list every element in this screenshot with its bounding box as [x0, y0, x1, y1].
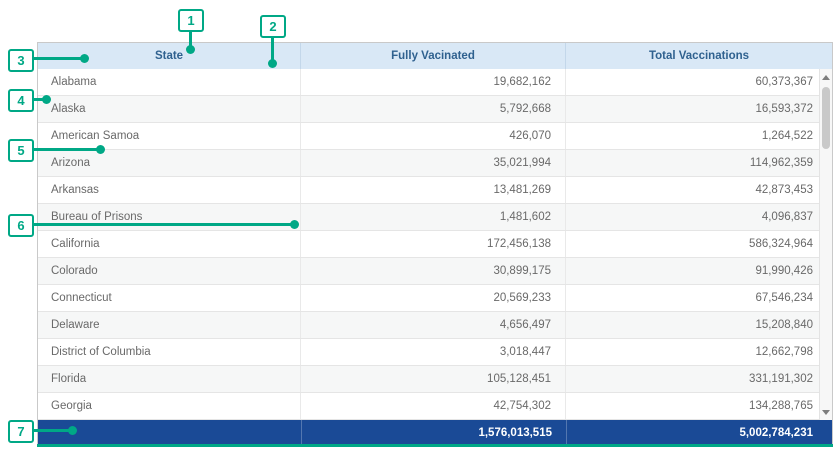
table-body: Alabama19,682,16260,373,367Alaska5,792,6…	[38, 69, 832, 420]
annotation-callout-1: 1	[178, 9, 204, 32]
annotation-dot-4	[42, 95, 51, 104]
row-total-vaccinations-cell: 331,191,302	[566, 366, 832, 392]
row-state-cell: American Samoa	[38, 123, 301, 149]
row-state-cell: Connecticut	[38, 285, 301, 311]
row-total-vaccinations-cell: 134,288,765	[566, 393, 832, 419]
annotation-callout-6: 6	[8, 214, 34, 237]
table-row[interactable]: Georgia42,754,302134,288,765	[38, 393, 832, 420]
total-total-vaccinations-value: 5,002,784,231	[566, 420, 832, 445]
row-fully-vaccinated-cell: 13,481,269	[301, 177, 566, 203]
row-total-vaccinations-cell: 586,324,964	[566, 231, 832, 257]
scroll-down-arrow-icon	[822, 410, 830, 415]
annotated-table-screenshot: State Fully Vacinated Total Vaccinations…	[0, 0, 833, 453]
row-state-cell: Alabama	[38, 69, 301, 95]
row-total-vaccinations-cell: 16,593,372	[566, 96, 832, 122]
row-state-cell: Bureau of Prisons	[38, 204, 301, 230]
row-total-vaccinations-cell: 4,096,837	[566, 204, 832, 230]
annotation-dot-3	[80, 54, 89, 63]
table-row[interactable]: Arkansas13,481,26942,873,453	[38, 177, 832, 204]
row-total-vaccinations-cell: 60,373,367	[566, 69, 832, 95]
row-state-cell: Delaware	[38, 312, 301, 338]
row-state-cell: Arizona	[38, 150, 301, 176]
row-fully-vaccinated-cell: 4,656,497	[301, 312, 566, 338]
annotation-line-5	[34, 148, 99, 151]
scrollbar-up-button[interactable]	[820, 70, 832, 84]
scrollbar-thumb[interactable]	[822, 87, 830, 149]
scrollbar-down-button[interactable]	[820, 405, 832, 419]
column-header-state[interactable]: State	[38, 43, 301, 69]
column-header-total-vaccinations[interactable]: Total Vaccinations	[566, 43, 832, 69]
annotation-callout-7: 7	[8, 420, 34, 443]
column-header-fully-vaccinated[interactable]: Fully Vacinated	[301, 43, 566, 69]
table-row[interactable]: Bureau of Prisons1,481,6024,096,837	[38, 204, 832, 231]
table-row[interactable]: Florida105,128,451331,191,302	[38, 366, 832, 393]
row-fully-vaccinated-cell: 426,070	[301, 123, 566, 149]
table-row[interactable]: Connecticut20,569,23367,546,234	[38, 285, 832, 312]
row-fully-vaccinated-cell: 105,128,451	[301, 366, 566, 392]
annotation-dot-5	[96, 145, 105, 154]
annotation-dot-7	[68, 426, 77, 435]
table-row[interactable]: American Samoa426,0701,264,522	[38, 123, 832, 150]
annotation-line-6	[34, 223, 293, 226]
row-fully-vaccinated-cell: 1,481,602	[301, 204, 566, 230]
total-row-state-cell	[38, 420, 301, 445]
row-total-vaccinations-cell: 1,264,522	[566, 123, 832, 149]
vertical-scrollbar[interactable]	[819, 69, 832, 420]
table-row[interactable]: Arizona35,021,994114,962,359	[38, 150, 832, 177]
row-fully-vaccinated-cell: 35,021,994	[301, 150, 566, 176]
row-fully-vaccinated-cell: 19,682,162	[301, 69, 566, 95]
table-row[interactable]: California172,456,138586,324,964	[38, 231, 832, 258]
row-state-cell: California	[38, 231, 301, 257]
table-widget: State Fully Vacinated Total Vaccinations…	[37, 42, 833, 446]
table-row[interactable]: Colorado30,899,17591,990,426	[38, 258, 832, 285]
annotation-dot-1	[186, 45, 195, 54]
row-total-vaccinations-cell: 67,546,234	[566, 285, 832, 311]
annotation-7-underline	[37, 444, 833, 447]
row-fully-vaccinated-cell: 42,754,302	[301, 393, 566, 419]
row-total-vaccinations-cell: 12,662,798	[566, 339, 832, 365]
table-row[interactable]: Delaware4,656,49715,208,840	[38, 312, 832, 339]
annotation-dot-2	[268, 59, 277, 68]
total-fully-vaccinated-value: 1,576,013,515	[301, 420, 566, 445]
row-fully-vaccinated-cell: 172,456,138	[301, 231, 566, 257]
table-row[interactable]: District of Columbia3,018,44712,662,798	[38, 339, 832, 366]
row-total-vaccinations-cell: 91,990,426	[566, 258, 832, 284]
annotation-line-7	[34, 429, 71, 432]
annotation-callout-2: 2	[260, 15, 286, 38]
annotation-callout-4: 4	[8, 89, 34, 112]
table-row[interactable]: Alaska5,792,66816,593,372	[38, 96, 832, 123]
scroll-up-arrow-icon	[822, 75, 830, 80]
annotation-dot-6	[290, 220, 299, 229]
row-fully-vaccinated-cell: 3,018,447	[301, 339, 566, 365]
row-fully-vaccinated-cell: 30,899,175	[301, 258, 566, 284]
row-state-cell: Florida	[38, 366, 301, 392]
row-state-cell: Georgia	[38, 393, 301, 419]
table-header-row: State Fully Vacinated Total Vaccinations	[38, 43, 832, 69]
annotation-callout-3: 3	[8, 49, 34, 72]
annotation-line-3	[34, 57, 83, 60]
annotation-callout-5: 5	[8, 139, 34, 162]
row-fully-vaccinated-cell: 20,569,233	[301, 285, 566, 311]
table-row[interactable]: Alabama19,682,16260,373,367	[38, 69, 832, 96]
table-total-row: 1,576,013,515 5,002,784,231	[38, 420, 832, 445]
row-state-cell: Arkansas	[38, 177, 301, 203]
row-state-cell: District of Columbia	[38, 339, 301, 365]
row-total-vaccinations-cell: 15,208,840	[566, 312, 832, 338]
row-state-cell: Colorado	[38, 258, 301, 284]
row-state-cell: Alaska	[38, 96, 301, 122]
row-total-vaccinations-cell: 114,962,359	[566, 150, 832, 176]
row-total-vaccinations-cell: 42,873,453	[566, 177, 832, 203]
row-fully-vaccinated-cell: 5,792,668	[301, 96, 566, 122]
